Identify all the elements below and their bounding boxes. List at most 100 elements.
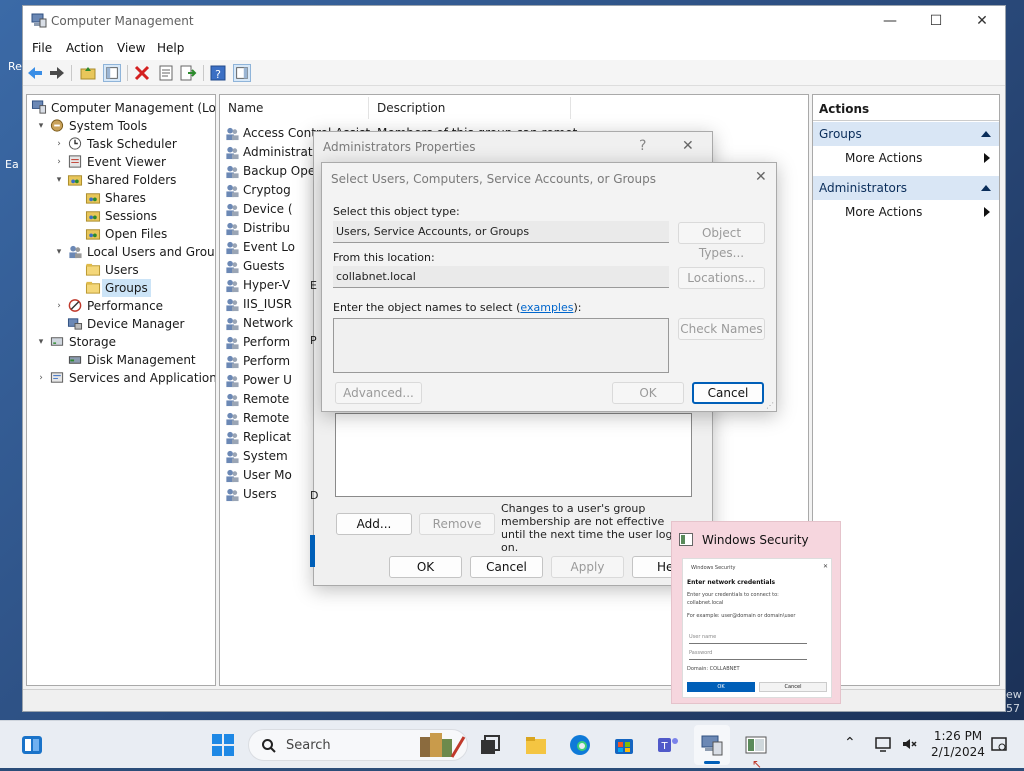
tree-node-label: Local Users and Groups — [87, 245, 216, 259]
object-types-button[interactable]: Object Types... — [678, 222, 765, 260]
maximize-button[interactable]: ☐ — [913, 6, 959, 36]
tree-node-label: Open Files — [105, 227, 168, 241]
expand-chevron-icon[interactable]: › — [54, 153, 64, 171]
windows-security-preview[interactable]: Windows Security Windows Security ✕ Ente… — [671, 521, 841, 704]
group-icon — [226, 222, 239, 236]
dialog-close-button[interactable]: ✕ — [755, 169, 767, 185]
object-type-field: Users, Service Accounts, or Groups — [333, 221, 669, 243]
tree-node-label: Storage — [69, 335, 116, 349]
file-explorer-icon[interactable] — [524, 733, 548, 757]
examples-link[interactable]: examples — [520, 301, 573, 314]
object-names-label: Enter the object names to select (exampl… — [333, 301, 582, 314]
folder-icon — [85, 263, 101, 276]
expand-chevron-icon[interactable]: › — [36, 369, 46, 387]
ok-button[interactable]: OK — [612, 382, 684, 404]
actions-header: Actions — [813, 97, 999, 121]
column-header-description[interactable]: Description — [377, 101, 445, 115]
tree-node-label: Groups — [102, 279, 151, 297]
help-button[interactable]: ? — [639, 138, 646, 154]
task-view-icon[interactable] — [478, 733, 502, 757]
export-list-icon[interactable] — [179, 64, 197, 82]
title-bar[interactable]: Computer Management — ☐ ✕ — [23, 6, 1005, 36]
volume-muted-icon[interactable] — [900, 735, 918, 753]
mini-cancel-button: Cancel — [759, 682, 827, 692]
more-actions-groups[interactable]: More Actions — [813, 147, 999, 169]
group-icon — [226, 203, 239, 217]
show-action-pane-icon[interactable] — [233, 64, 251, 82]
locations-button[interactable]: Locations... — [678, 267, 765, 289]
menu-file[interactable]: File — [32, 41, 52, 55]
column-divider[interactable] — [368, 97, 369, 119]
search-highlight-icon[interactable] — [418, 731, 466, 759]
start-menu-icon[interactable] — [211, 733, 235, 757]
group-icon — [226, 469, 239, 483]
collapse-icon[interactable] — [981, 131, 991, 137]
actions-section-groups[interactable]: Groups — [813, 122, 999, 146]
clock-time: 1:26 PM — [933, 729, 983, 743]
group-icon — [226, 393, 239, 407]
group-icon — [226, 412, 239, 426]
mini-heading: Enter network credentials — [687, 579, 776, 586]
collapse-chevron-icon[interactable]: ▾ — [36, 117, 46, 135]
expand-chevron-icon[interactable]: › — [54, 297, 64, 315]
mouse-cursor-icon: ↖ — [752, 757, 763, 771]
collapse-chevron-icon[interactable]: ▾ — [36, 333, 46, 351]
column-divider[interactable] — [570, 97, 571, 119]
minimize-button[interactable]: — — [867, 6, 913, 36]
group-name: Remote — [243, 411, 290, 425]
help-icon[interactable]: ? — [209, 64, 227, 82]
computer-management-icon — [31, 13, 47, 28]
computer-management-taskbar-button[interactable] — [694, 725, 730, 765]
network-icon[interactable] — [874, 735, 892, 753]
system-clock[interactable]: 1:26 PM 2/1/2024 — [930, 729, 986, 759]
more-actions-administrators[interactable]: More Actions — [813, 201, 999, 223]
widgets-icon[interactable] — [20, 733, 44, 757]
cancel-button[interactable]: Cancel — [692, 382, 764, 404]
description-label-fragment: E — [310, 279, 317, 292]
mini-title: Windows Security — [691, 565, 736, 571]
menu-help[interactable]: Help — [157, 41, 184, 55]
remove-member-button[interactable]: Remove — [419, 513, 495, 535]
group-icon — [226, 431, 239, 445]
edge-browser-icon[interactable] — [568, 733, 592, 757]
forward-arrow-icon[interactable] — [48, 64, 66, 82]
add-member-button[interactable]: Add... — [336, 513, 412, 535]
notification-settings-icon[interactable] — [990, 735, 1008, 753]
members-list[interactable] — [335, 413, 692, 497]
collapse-chevron-icon[interactable]: ▾ — [54, 243, 64, 261]
tree-node-label: Computer Management (Local — [51, 101, 216, 115]
apply-button[interactable]: Apply — [551, 556, 624, 578]
performance-icon — [68, 299, 82, 312]
up-folder-icon[interactable] — [79, 64, 97, 82]
teams-icon[interactable]: T — [656, 733, 680, 757]
delete-icon[interactable] — [133, 64, 151, 82]
expand-chevron-icon[interactable]: › — [54, 135, 64, 153]
show-hidden-icons-chevron-icon[interactable]: ⌃ — [844, 735, 856, 751]
clock-date: 2/1/2024 — [931, 745, 985, 759]
computer-management-icon — [701, 735, 723, 756]
actions-section-title: Groups — [819, 127, 862, 141]
properties-icon[interactable] — [157, 64, 175, 82]
collapse-icon[interactable] — [981, 185, 991, 191]
check-names-button[interactable]: Check Names — [678, 318, 765, 340]
tree-node-label: System Tools — [69, 119, 148, 133]
more-actions-label: More Actions — [845, 151, 923, 165]
ok-button[interactable]: OK — [389, 556, 462, 578]
close-button[interactable]: ✕ — [959, 6, 1005, 36]
column-header-name[interactable]: Name — [228, 101, 263, 115]
microsoft-store-icon[interactable] — [612, 733, 636, 757]
resize-grip-icon[interactable]: ⋰ — [766, 401, 774, 410]
object-names-input[interactable] — [333, 318, 669, 373]
menu-action[interactable]: Action — [66, 41, 104, 55]
cancel-button[interactable]: Cancel — [470, 556, 543, 578]
computer-management-icon — [31, 100, 47, 114]
advanced-button[interactable]: Advanced... — [335, 382, 422, 404]
collapse-chevron-icon[interactable]: ▾ — [54, 171, 64, 189]
dialog-close-button[interactable]: ✕ — [682, 138, 694, 154]
actions-section-administrators[interactable]: Administrators — [813, 176, 999, 200]
show-hide-tree-icon[interactable] — [103, 64, 121, 82]
menu-view[interactable]: View — [117, 41, 145, 55]
back-arrow-icon[interactable] — [26, 64, 44, 82]
group-icon — [226, 279, 239, 293]
windows-security-taskbar-icon[interactable] — [744, 733, 768, 757]
